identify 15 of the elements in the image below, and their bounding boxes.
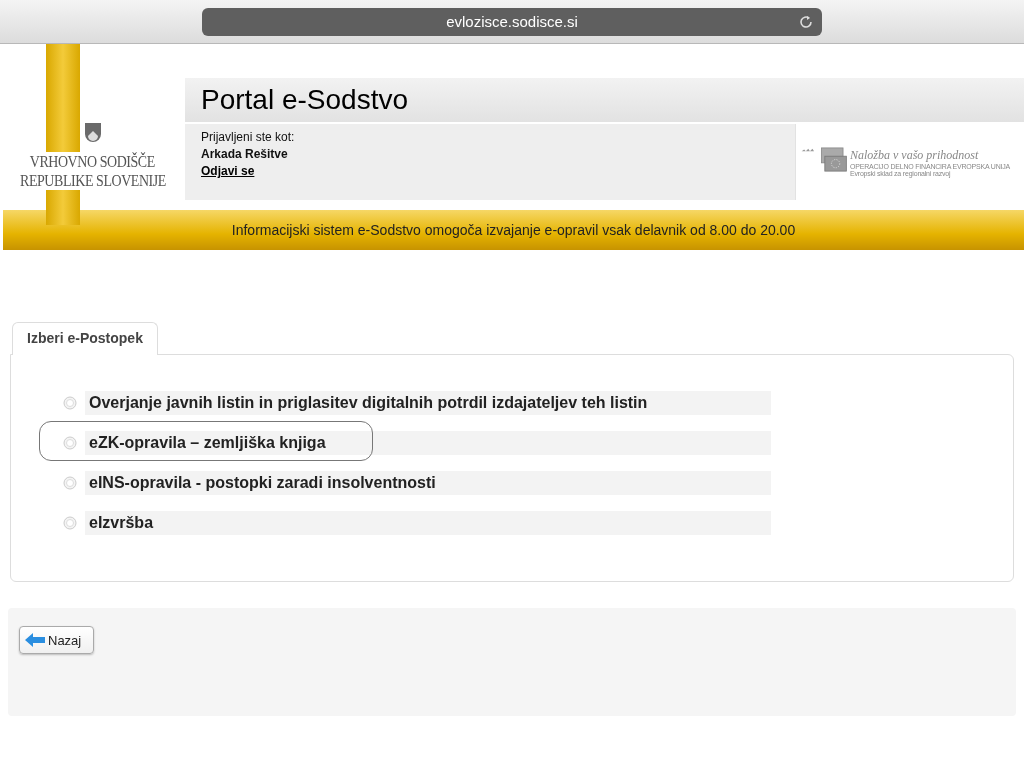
procedure-option[interactable]: eIzvršba	[85, 511, 771, 535]
eu-slogan: Naložba v vašo prihodnost	[850, 147, 980, 163]
user-name: Arkada Rešitve	[201, 147, 289, 161]
address-bar[interactable]: evlozisce.sodisce.si	[202, 7, 822, 36]
procedure-option[interactable]: eZK-opravila – zemljiška knjiga	[85, 431, 771, 455]
court-name: REPUBLIKE SLOVENIJE	[19, 171, 166, 190]
login-label: Prijavljeni ste kot:	[201, 130, 296, 144]
procedure-option[interactable]: Overjanje javnih listin in priglasitev digitalnih potrdil izdajateljev teh listin	[85, 391, 771, 415]
back-button[interactable]: Nazaj	[19, 626, 95, 654]
info-banner: Informacijski sistem e-Sodstvo omogoča izvajanje e-opravil vsak delavnik od 8.00 do 20.00	[3, 210, 1024, 250]
logout-link[interactable]: Odjavi se	[201, 164, 255, 178]
tab[interactable]: Izberi e-Postopek	[12, 322, 158, 355]
procedure-option[interactable]: eINS-opravila - postopki zaradi insolventnosti	[85, 471, 771, 495]
portal-title: Portal e-Sodstvo	[201, 84, 408, 116]
court-name: VRHOVNO SODIŠČE	[29, 152, 156, 171]
